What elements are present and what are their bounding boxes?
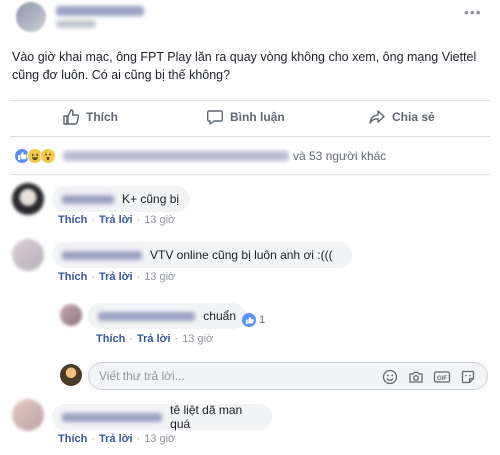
reply-text: chuẩn <box>203 309 236 323</box>
author-avatar[interactable] <box>16 2 46 32</box>
thumbs-up-icon <box>62 108 80 126</box>
reply-input-icons: GIF <box>381 368 477 386</box>
post-actions: Thích Bình luận Chia sẻ <box>0 100 500 134</box>
post-meta-blurred <box>56 20 96 28</box>
reply-actions: Thích · Trả lời · 13 giờ <box>96 333 214 345</box>
comment-label: Bình luận <box>230 110 285 124</box>
camera-icon[interactable] <box>407 368 425 386</box>
comment-actions: Thích · Trả lời · 13 giờ <box>58 433 176 445</box>
commenter-avatar[interactable] <box>12 399 44 431</box>
comment-button[interactable]: Bình luận <box>206 106 285 128</box>
commenter-name-blurred[interactable] <box>62 194 114 204</box>
emoji-icon[interactable] <box>381 368 399 386</box>
reply-bubble: chuẩn <box>88 303 246 329</box>
comment-bubble: VTV online cũng bị luôn anh ơi :((( <box>52 242 352 268</box>
share-label: Chia sẻ <box>392 110 435 124</box>
share-button[interactable]: Chia sẻ <box>368 106 435 128</box>
comment-reply-link[interactable]: Trả lời <box>99 214 133 226</box>
reaction-others-count[interactable]: và 53 người khác <box>293 149 386 163</box>
reaction-names-blurred[interactable] <box>63 151 289 161</box>
comment-reply-link[interactable]: Trả lời <box>99 271 133 283</box>
commenter-avatar[interactable] <box>12 239 44 271</box>
divider <box>10 174 490 175</box>
author-name-blurred[interactable] <box>56 6 144 16</box>
comment-icon <box>206 108 224 126</box>
comment-bubble: K+ cũng bị <box>52 186 190 212</box>
comment-time[interactable]: 13 giờ <box>144 214 175 226</box>
comment-text: K+ cũng bị <box>122 192 180 206</box>
reply-composer: Viết thư trả lời... GIF <box>60 362 488 390</box>
reply-like-link[interactable]: Thích <box>96 333 125 345</box>
reply-like-count[interactable]: 1 <box>242 313 265 327</box>
wow-reaction-icon <box>40 148 56 164</box>
post-header: ••• <box>0 0 500 36</box>
reply-input[interactable]: Viết thư trả lời... GIF <box>88 362 488 390</box>
current-user-avatar <box>60 364 82 386</box>
like-label: Thích <box>86 110 118 124</box>
reply-commenter-name-blurred[interactable] <box>98 311 196 321</box>
reply-placeholder: Viết thư trả lời... <box>99 369 185 383</box>
reply-time[interactable]: 13 giờ <box>182 333 213 345</box>
commenter-name-blurred[interactable] <box>62 250 142 260</box>
svg-text:GIF: GIF <box>437 376 447 382</box>
comment-time[interactable]: 13 giờ <box>144 271 175 283</box>
more-options-icon[interactable]: ••• <box>464 4 482 20</box>
post-text: Vào giờ khai mạc, ông FPT Play lăn ra qu… <box>12 50 477 82</box>
comment-actions: Thích · Trả lời · 13 giờ <box>58 271 176 283</box>
comment-text: tê liệt dã man quá <box>170 403 243 431</box>
comment-actions: Thích · Trả lời · 13 giờ <box>58 214 176 226</box>
reply-commenter-avatar[interactable] <box>60 304 82 326</box>
commenter-name-blurred[interactable] <box>62 412 163 422</box>
reactions-summary[interactable]: và 53 người khác <box>14 146 494 166</box>
like-button[interactable]: Thích <box>62 106 118 128</box>
comment-like-link[interactable]: Thích <box>58 433 87 445</box>
reply-reply-link[interactable]: Trả lời <box>137 333 171 345</box>
gif-icon[interactable]: GIF <box>433 368 451 386</box>
comment-time[interactable]: 13 giờ <box>144 433 175 445</box>
divider <box>10 136 490 137</box>
share-icon <box>368 108 386 126</box>
comment-reply-link[interactable]: Trả lời <box>99 433 133 445</box>
comment-text: VTV online cũng bị luôn anh ơi :((( <box>150 248 333 262</box>
sticker-icon[interactable] <box>459 368 477 386</box>
comment-like-link[interactable]: Thích <box>58 271 87 283</box>
comment-bubble: tê liệt dã man quá <box>52 403 272 431</box>
like-count-value: 1 <box>259 314 266 326</box>
commenter-avatar[interactable] <box>12 183 44 215</box>
comment-like-link[interactable]: Thích <box>58 214 87 226</box>
like-reaction-icon <box>242 313 256 327</box>
